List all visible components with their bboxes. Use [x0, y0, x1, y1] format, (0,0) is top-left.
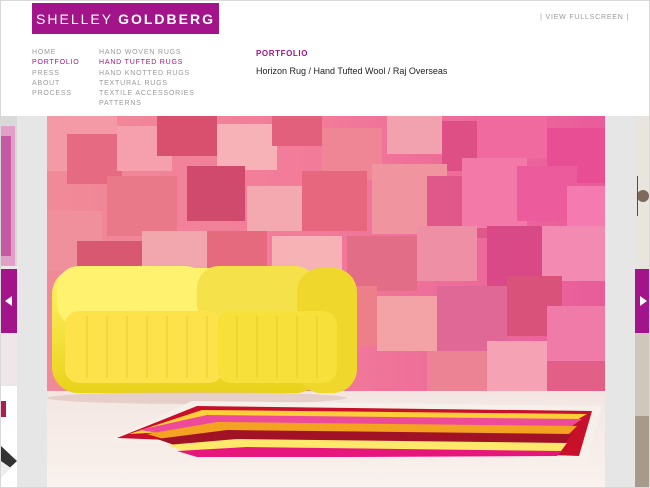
view-fullscreen-link[interactable]: | VIEW FULLSCREEN | [540, 14, 629, 21]
next-slide-button[interactable] [635, 269, 649, 333]
previous-slide-button[interactable] [1, 269, 17, 333]
main-nav: HOME PORTFOLIO PRESS ABOUT PROCESS [32, 48, 80, 99]
sub-nav: HAND WOVEN RUGS HAND TUFTED RUGS HAND KN… [99, 48, 195, 110]
page: SHELLEY GOLDBERG | VIEW FULLSCREEN | HOM… [0, 0, 650, 488]
slideshow [1, 116, 649, 487]
subnav-item-textural[interactable]: TEXTURAL RUGS [99, 79, 195, 89]
brand-logo[interactable]: SHELLEY GOLDBERG [32, 3, 219, 34]
nav-item-home[interactable]: HOME [32, 48, 80, 58]
brand-last: GOLDBERG [118, 10, 215, 27]
chevron-right-icon [640, 296, 647, 306]
subnav-item-hand-woven[interactable]: HAND WOVEN RUGS [99, 48, 195, 58]
nav-item-process[interactable]: PROCESS [32, 89, 80, 99]
nav-item-about[interactable]: ABOUT [32, 79, 80, 89]
subnav-item-hand-knotted[interactable]: HAND KNOTTED RUGS [99, 69, 195, 79]
chevron-left-icon [5, 296, 12, 306]
subnav-item-hand-tufted[interactable]: HAND TUFTED RUGS [99, 58, 195, 68]
nav-item-press[interactable]: PRESS [32, 69, 80, 79]
nav-item-portfolio[interactable]: PORTFOLIO [32, 58, 80, 68]
section-title: PORTFOLIO [256, 49, 309, 58]
brand-first: SHELLEY [36, 10, 114, 27]
subnav-item-patterns[interactable]: PATTERNS [99, 99, 195, 109]
subnav-item-textile-accessories[interactable]: TEXTILE ACCESSORIES [99, 89, 195, 99]
image-caption: Horizon Rug / Hand Tufted Wool / Raj Ove… [256, 66, 448, 76]
main-slide-image [47, 116, 605, 487]
